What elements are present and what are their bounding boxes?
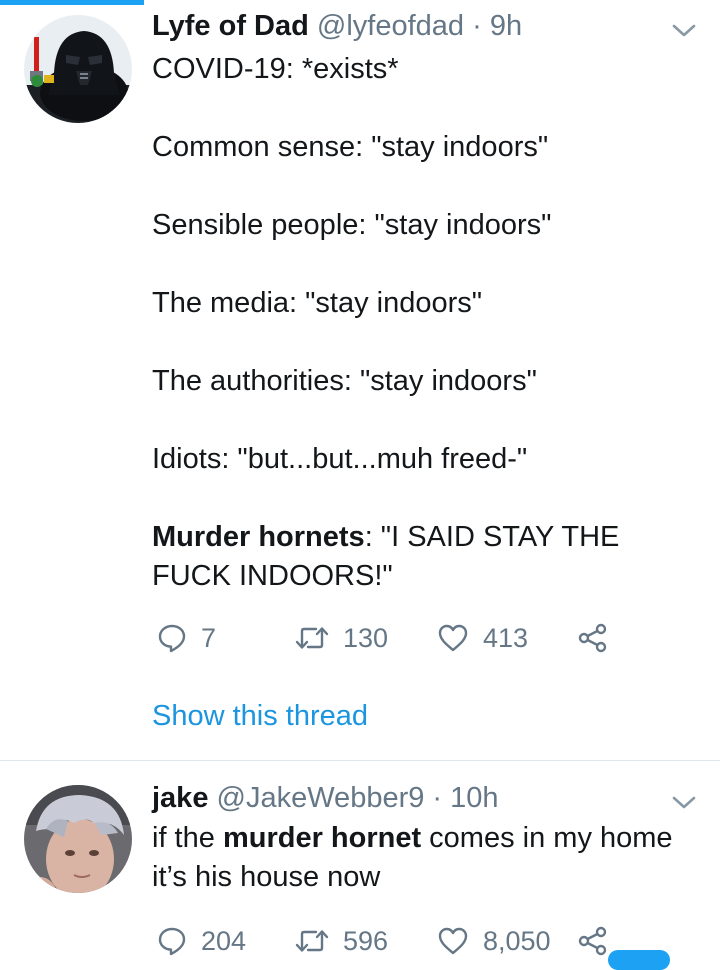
bold-text: Murder hornets [152, 521, 365, 553]
tweet[interactable]: jake @JakeWebber9 · 10h if the murder ho… [0, 761, 720, 956]
tweet-line: Sensible people: "stay indoors" [152, 209, 552, 241]
tweet-text-start: if the [152, 822, 223, 854]
like-button[interactable]: 413 [437, 618, 528, 658]
reply-button[interactable]: 204 [157, 921, 246, 961]
retweet-icon [295, 930, 329, 952]
display-name[interactable]: jake [152, 782, 208, 814]
reply-icon [158, 624, 186, 653]
reply-count: 204 [201, 925, 247, 956]
chevron-down-icon[interactable] [670, 22, 698, 40]
retweet-count: 596 [343, 925, 389, 956]
tweet-line: COVID-19: *exists* [152, 53, 399, 85]
tweet-text: COVID-19: *exists* Common sense: "stay i… [152, 50, 702, 596]
darth-vader-lego-avatar-icon [24, 15, 132, 123]
heart-icon [438, 927, 468, 955]
show-thread-link[interactable]: Show this thread [152, 697, 368, 735]
user-handle[interactable]: @JakeWebber9 [217, 782, 425, 814]
tweet-actions: 7 130 413 [152, 618, 692, 658]
tweet-text: if the murder hornet comes in my home it… [152, 819, 702, 897]
compose-fab-button[interactable] [608, 950, 670, 970]
bold-text: murder hornet [222, 822, 422, 854]
retweet-icon [295, 627, 329, 649]
tweet-line: The media: "stay indoors" [152, 287, 483, 319]
tweet-line: if the murder hornet comes in my home it… [152, 819, 702, 897]
share-button[interactable] [577, 921, 609, 961]
tweet-header: Lyfe of Dad @lyfeofdad · 9h [152, 9, 522, 43]
like-count: 413 [483, 622, 529, 653]
timestamp[interactable]: 10h [450, 782, 498, 814]
avatar[interactable] [24, 15, 132, 123]
tweet-line: Murder hornets: "I SAID STAY THE FUCK IN… [152, 518, 702, 596]
retweet-count: 130 [343, 622, 389, 653]
tweet-header: jake @JakeWebber9 · 10h [152, 781, 499, 815]
tweet-line: Common sense: "stay indoors" [152, 131, 549, 163]
user-handle[interactable]: @lyfeofdad [317, 10, 464, 42]
reply-count: 7 [201, 622, 217, 653]
like-count: 8,050 [483, 925, 551, 956]
share-icon [578, 623, 607, 653]
reply-icon [158, 927, 186, 956]
retweet-button[interactable]: 596 [295, 921, 388, 961]
tweet-line: Idiots: "but...but...muh freed-" [152, 443, 528, 475]
separator-dot: · [472, 10, 482, 42]
share-button[interactable] [577, 618, 609, 658]
timestamp[interactable]: 9h [490, 10, 522, 42]
chevron-down-icon[interactable] [670, 794, 698, 812]
share-icon [578, 926, 607, 956]
display-name[interactable]: Lyfe of Dad [152, 10, 309, 42]
heart-icon [438, 624, 468, 652]
retweet-button[interactable]: 130 [295, 618, 388, 658]
like-button[interactable]: 8,050 [437, 921, 551, 961]
avatar[interactable] [24, 785, 132, 893]
tweet[interactable]: Lyfe of Dad @lyfeofdad · 9h COVID-19: *e… [0, 0, 720, 760]
separator-dot: · [432, 782, 443, 814]
tweet-line: The authorities: "stay indoors" [152, 365, 537, 397]
reply-button[interactable]: 7 [157, 618, 216, 658]
silver-hair-person-avatar-icon [24, 785, 132, 893]
